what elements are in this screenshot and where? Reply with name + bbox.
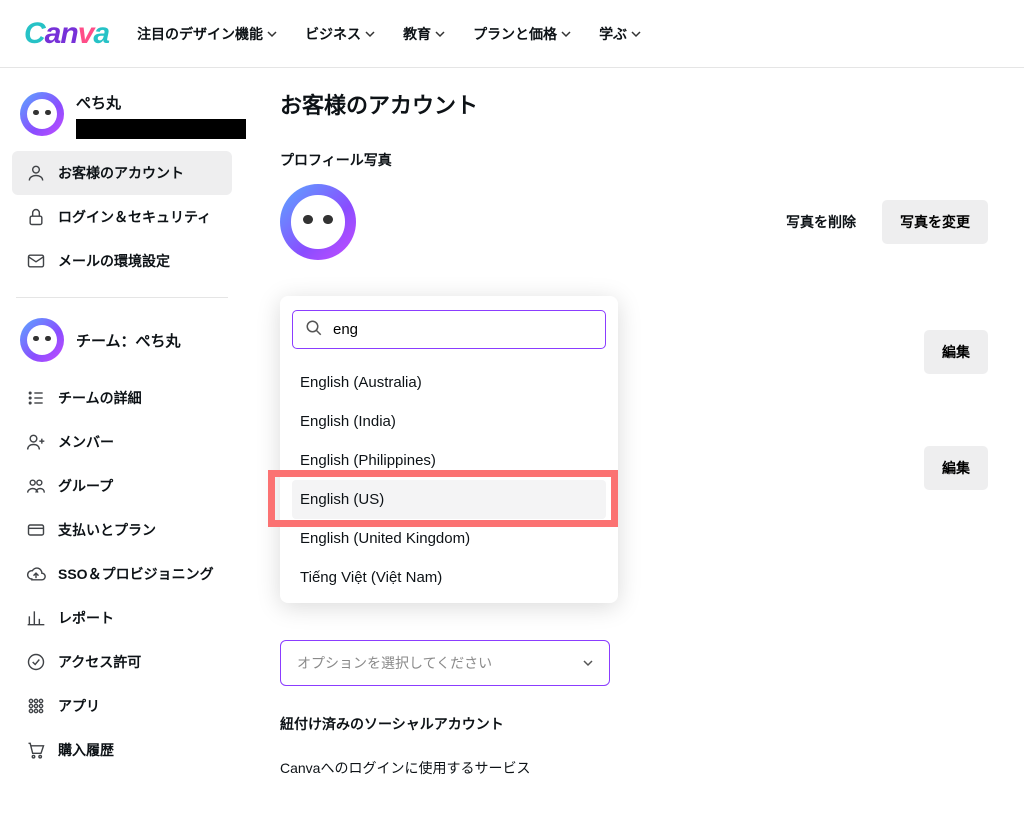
sidebar-item[interactable]: メールの環境設定 [12,239,232,283]
language-dropdown: English (Australia)English (India)Englis… [280,296,618,603]
canva-logo[interactable]: Canva [24,17,109,51]
sidebar-item[interactable]: お客様のアカウント [12,151,232,195]
sidebar-item[interactable]: チームの詳細 [12,376,232,420]
chart-icon [26,608,46,628]
mail-icon [26,251,46,271]
select-placeholder: オプションを選択してください [297,653,492,673]
sidebar-item-label: アクセス許可 [58,652,141,672]
topnav-item[interactable]: プランと価格 [473,24,571,44]
sidebar-item-label: レポート [58,608,114,628]
dropdown-option[interactable]: English (US) [292,480,606,519]
sidebar-item-label: ログイン＆セキュリティ [58,207,211,227]
topnav-item[interactable]: ビジネス [305,24,375,44]
edit-name-button[interactable]: 編集 [924,330,988,374]
cloud-icon [26,564,46,584]
profile-avatar [280,184,356,260]
sidebar-item[interactable]: レポート [12,596,232,640]
chevron-down-icon [365,26,375,42]
profile-photo-label: プロフィール写真 [280,150,988,170]
social-accounts-label: 紐付け済みのソーシャルアカウント [280,714,988,734]
sidebar-item[interactable]: メンバー [12,420,232,464]
search-input-wrap[interactable] [292,310,606,349]
team-label: チーム：ぺち丸 [76,330,181,351]
redacted-bar [76,119,246,139]
sidebar-team[interactable]: チーム：ぺち丸 [12,312,232,376]
list-icon [26,388,46,408]
user-icon [26,163,46,183]
sidebar: ぺち丸 お客様のアカウントログイン＆セキュリティメールの環境設定 チーム：ぺち丸… [0,68,244,818]
sidebar-item[interactable]: SSO＆プロビジョニング [12,552,232,596]
sidebar-item-label: アプリ [58,696,100,716]
search-input[interactable] [333,321,593,338]
dropdown-option[interactable]: English (India) [292,402,606,441]
top-nav: 注目のデザイン機能 ビジネス 教育 プランと価格 学ぶ [137,24,641,44]
lock-icon [26,207,46,227]
sidebar-item[interactable]: 購入履歴 [12,728,232,772]
group-icon [26,476,46,496]
sidebar-item-label: チームの詳細 [58,388,142,408]
change-photo-button[interactable]: 写真を変更 [882,200,988,244]
chevron-down-icon [267,26,277,42]
login-service-text: Canvaへのログインに使用するサービス [280,758,988,778]
chevron-down-icon [561,26,571,42]
delete-photo-button[interactable]: 写真を削除 [774,202,868,242]
sidebar-item-label: 支払いとプラン [58,520,156,540]
dropdown-option[interactable]: English (Australia) [292,363,606,402]
sidebar-item-label: お客様のアカウント [58,163,184,183]
chevron-down-icon [631,26,641,42]
main-content: お客様のアカウント プロフィール写真 写真を削除 写真を変更 名前 編集 編集 … [244,68,1024,818]
apps-icon [26,696,46,716]
sidebar-item[interactable]: アプリ [12,684,232,728]
sidebar-item-label: メンバー [58,432,114,452]
dropdown-option[interactable]: Tiếng Việt (Việt Nam) [292,558,606,597]
user-name: ぺち丸 [76,92,246,113]
sidebar-item[interactable]: ログイン＆セキュリティ [12,195,232,239]
top-bar: Canva 注目のデザイン機能 ビジネス 教育 プランと価格 学ぶ [0,0,1024,68]
topnav-item[interactable]: 学ぶ [599,24,641,44]
option-select[interactable]: オプションを選択してください [280,640,610,686]
sidebar-item[interactable]: アクセス許可 [12,640,232,684]
sidebar-item-label: SSO＆プロビジョニング [58,564,214,584]
sidebar-item-label: 購入履歴 [58,740,114,760]
chevron-down-icon [583,655,593,671]
sidebar-item[interactable]: 支払いとプラン [12,508,232,552]
sidebar-item-label: グループ [58,476,113,496]
cart-icon [26,740,46,760]
dropdown-option[interactable]: English (United Kingdom) [292,519,606,558]
avatar [20,92,64,136]
topnav-item[interactable]: 注目のデザイン機能 [137,24,277,44]
sidebar-item-label: メールの環境設定 [58,251,170,271]
sidebar-item[interactable]: グループ [12,464,232,508]
check-icon [26,652,46,672]
sidebar-user[interactable]: ぺち丸 [12,86,232,151]
edit-button-2[interactable]: 編集 [924,446,988,490]
divider [16,297,228,298]
chevron-down-icon [435,26,445,42]
adduser-icon [26,432,46,452]
dropdown-option[interactable]: English (Philippines) [292,441,606,480]
team-avatar [20,318,64,362]
page-title: お客様のアカウント [280,88,988,120]
card-icon [26,520,46,540]
topnav-item[interactable]: 教育 [403,24,445,44]
search-icon [305,319,323,340]
